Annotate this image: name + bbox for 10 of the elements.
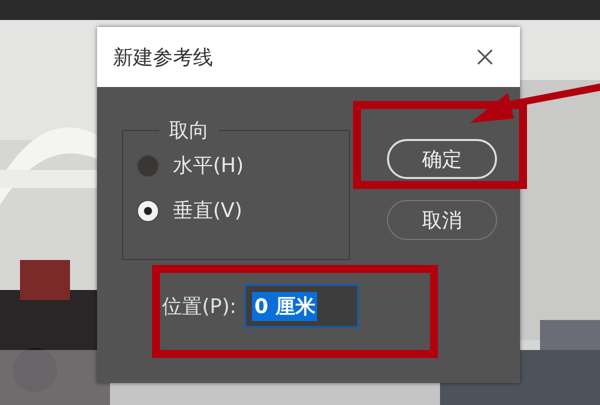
- radio-button[interactable]: [137, 154, 159, 176]
- dialog-title: 新建参考线: [113, 44, 213, 70]
- position-field[interactable]: 0 厘米: [244, 284, 360, 328]
- dialog-button[interactable]: 确定: [387, 139, 497, 179]
- radio-option[interactable]: 垂直(V): [137, 197, 349, 224]
- dialog-button[interactable]: 取消: [387, 200, 497, 240]
- radio-button[interactable]: [137, 200, 159, 222]
- radio-option[interactable]: 水平(H): [137, 152, 349, 179]
- position-label: 位置(P):: [162, 292, 236, 320]
- group-legend: 取向: [159, 117, 219, 144]
